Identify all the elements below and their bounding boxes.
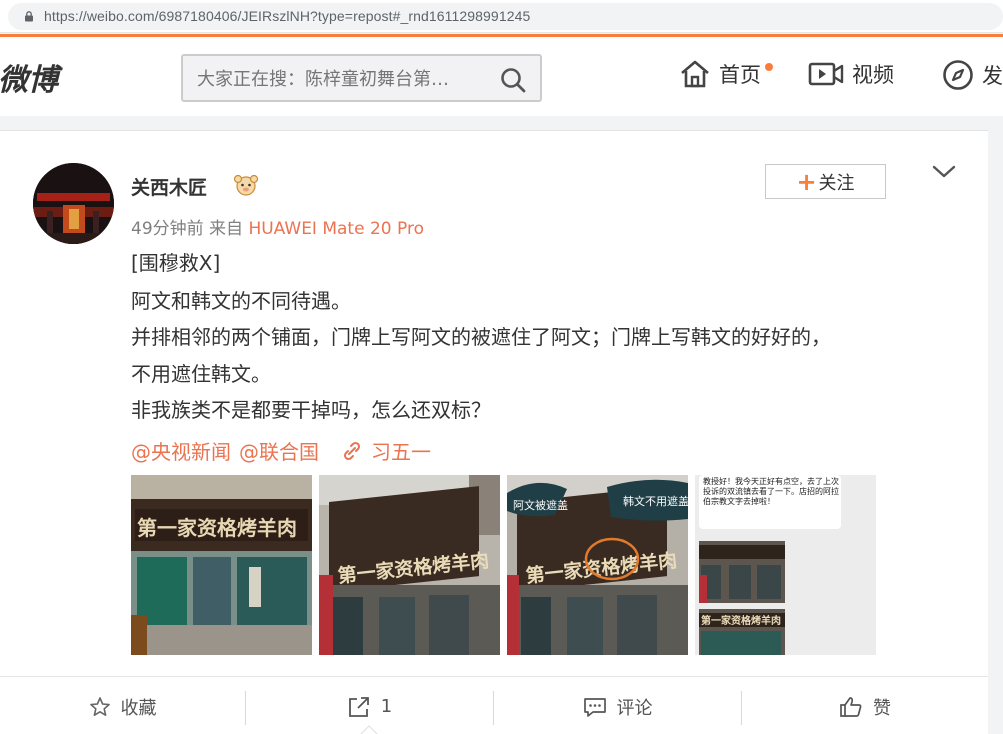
- bubble-text: 阿文被遮盖: [513, 498, 568, 512]
- post-text-line: [围穆救X]: [131, 251, 221, 275]
- home-icon: [681, 60, 709, 88]
- search-icon[interactable]: [500, 67, 526, 93]
- post-text-line: 非我族类不是都要干掉吗，怎么还双标？: [131, 398, 491, 422]
- post-text-line: 不用遮住韩文。: [131, 362, 271, 386]
- topic-link[interactable]: 习五一: [371, 436, 431, 465]
- post-text-line: 阿文和韩文的不同待遇。: [131, 289, 351, 313]
- storefront-photo: 第一家资格烤羊肉: [131, 475, 312, 655]
- follow-button[interactable]: + 关注: [765, 164, 886, 199]
- compass-icon: [943, 60, 973, 90]
- post-from-label: 来自: [209, 219, 244, 239]
- bubble-text: 韩文不用遮盖: [623, 494, 688, 508]
- chat-screenshot-photo: 教授好！我今天正好有点空，去了上次投诉的双流镇去看了一下。店招的阿拉伯宗教文字去…: [695, 475, 876, 655]
- follow-label: 关注: [818, 172, 855, 194]
- search-input[interactable]: [197, 66, 487, 92]
- link-icon: [343, 441, 361, 460]
- nav-item-video[interactable]: 视频: [808, 59, 894, 89]
- comment-button[interactable]: 评论: [494, 677, 741, 734]
- mention-link[interactable]: @联合国: [239, 436, 319, 465]
- url-text: https://weibo.com/6987180406/JEIRszlNH?t…: [44, 8, 531, 24]
- sign-text: 第一家资格烤羊肉: [137, 516, 297, 540]
- post-device[interactable]: HUAWEI Mate 20 Pro: [248, 219, 424, 239]
- star-icon: [89, 696, 110, 716]
- favorite-label: 收藏: [120, 697, 157, 719]
- caret-up-icon: [360, 725, 378, 734]
- post-image[interactable]: 教授好！我今天正好有点空，去了上次投诉的双流镇去看了一下。店招的阿拉伯宗教文字去…: [695, 475, 876, 655]
- post-time[interactable]: 49分钟前: [131, 219, 204, 239]
- post-image[interactable]: 第一家资格烤羊肉: [131, 475, 312, 655]
- post-image-gallery: 第一家资格烤羊肉 第一家资格烤羊肉 第一家资格烤羊肉 阿文被遮盖 韩文不用遮盖 …: [131, 475, 876, 655]
- avatar[interactable]: [33, 163, 114, 244]
- storefront-photo: 第一家资格烤羊肉: [319, 475, 500, 655]
- nav-label-home: 首页: [719, 63, 761, 87]
- weibo-post-card: 关西木匠 49分钟前 来自 HUAWEI Mate 20 Pro + 关注 [围…: [0, 130, 988, 734]
- url-field[interactable]: https://weibo.com/6987180406/JEIRszlNH?t…: [8, 3, 1003, 30]
- post-text-line: 并排相邻的两个铺面，门牌上写阿文的被遮住了阿文；门牌上写韩文的好好的，: [131, 325, 831, 349]
- like-label: 赞: [873, 697, 891, 719]
- lock-icon: [25, 11, 33, 22]
- unread-dot: [765, 63, 773, 71]
- avatar-image: [33, 163, 114, 244]
- comment-icon: [583, 697, 606, 717]
- mention-link[interactable]: @央视新闻: [131, 436, 231, 465]
- weibo-logo[interactable]: 微博: [0, 55, 58, 99]
- search-box[interactable]: [181, 54, 542, 102]
- nav-item-home[interactable]: 首页: [679, 59, 761, 89]
- repost-count: 1: [380, 696, 393, 717]
- post-image[interactable]: 第一家资格烤羊肉: [319, 475, 500, 655]
- like-button[interactable]: 赞: [742, 677, 988, 734]
- plus-icon: +: [796, 167, 817, 196]
- share-icon: [348, 696, 369, 717]
- post-meta: 49分钟前 来自 HUAWEI Mate 20 Pro: [131, 214, 424, 239]
- favorite-button[interactable]: 收藏: [0, 677, 245, 734]
- storefront-photo: 第一家资格烤羊肉 阿文被遮盖 韩文不用遮盖: [507, 475, 688, 655]
- top-navigation: 微博 首页 视频 发: [0, 34, 1003, 116]
- nav-label-discover: 发: [982, 64, 1003, 88]
- member-badge-icon[interactable]: [233, 174, 259, 196]
- sign-text: 第一家资格烤羊肉: [701, 614, 781, 627]
- post-author-name[interactable]: 关西木匠: [131, 173, 207, 200]
- post-image[interactable]: 第一家资格烤羊肉 阿文被遮盖 韩文不用遮盖: [507, 475, 688, 655]
- thumbs-up-icon: [840, 696, 862, 717]
- video-icon: [808, 62, 844, 86]
- nav-item-discover[interactable]: 发: [942, 59, 1003, 91]
- post-links: @央视新闻 @联合国 习五一: [131, 436, 439, 465]
- chat-text: 教授好！我今天正好有点空，去了上次投诉的双流镇去看了一下。店招的阿拉伯宗教文字去…: [703, 477, 839, 506]
- comment-label: 评论: [616, 697, 653, 719]
- post-action-bar: 收藏 1 评论 赞: [0, 676, 988, 734]
- nav-label-video: 视频: [852, 63, 894, 87]
- browser-address-bar: https://weibo.com/6987180406/JEIRszlNH?t…: [0, 0, 1003, 33]
- chevron-down-icon[interactable]: [932, 164, 956, 180]
